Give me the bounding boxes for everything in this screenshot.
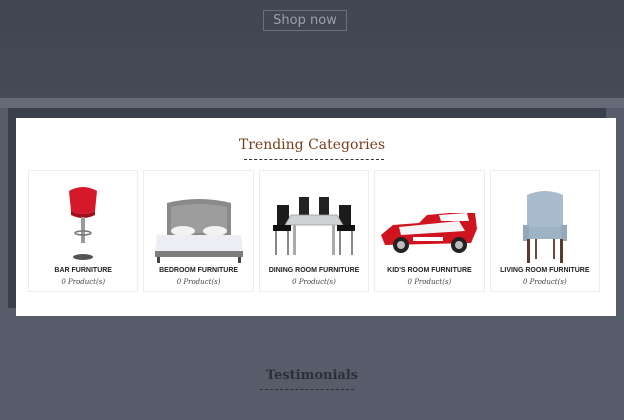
- testimonials-title: Testimonials: [265, 368, 359, 383]
- product-count: 0 Product(s): [522, 278, 567, 286]
- shop-now-button[interactable]: Shop now: [263, 10, 347, 31]
- category-name: BEDROOM FURNITURE: [159, 267, 239, 274]
- category-name: LIVING ROOM FURNITURE: [500, 267, 590, 274]
- bar-stool-icon: [69, 187, 98, 260]
- product-count: 0 Product(s): [292, 278, 336, 286]
- dining-set-icon: [273, 197, 356, 255]
- hero-banner: Shop now: [0, 0, 624, 98]
- category-card-living[interactable]: LIVING ROOM FURNITURE 0 Product(s): [489, 170, 601, 292]
- race-car-bed-icon: [381, 213, 478, 253]
- category-card-kids[interactable]: KID'S ROOM FURNITURE 0 Product(s): [374, 170, 485, 292]
- band-strip: [0, 98, 624, 108]
- product-count: 0 Product(s): [176, 278, 221, 286]
- product-count: 0 Product(s): [61, 278, 106, 286]
- product-count: 0 Product(s): [407, 278, 452, 286]
- category-card-dining[interactable]: DINING ROOM FURNITURE 0 Product(s): [258, 170, 370, 292]
- category-name: BAR FURNITURE: [54, 267, 112, 274]
- title-underline: [244, 159, 384, 160]
- category-card-bar[interactable]: BAR FURNITURE 0 Product(s): [28, 170, 139, 292]
- armchair-icon: [522, 191, 567, 263]
- testimonials-underline: [260, 389, 354, 390]
- category-list: BAR FURNITURE 0 Product(s) BEDROOM FURNI…: [28, 170, 601, 292]
- category-name: KID'S ROOM FURNITURE: [387, 267, 472, 274]
- category-card-bedroom[interactable]: BEDROOM FURNITURE 0 Product(s): [143, 170, 254, 292]
- section-title: Trending Categories: [238, 137, 386, 153]
- bed-icon: [154, 199, 243, 263]
- category-name: DINING ROOM FURNITURE: [268, 267, 360, 274]
